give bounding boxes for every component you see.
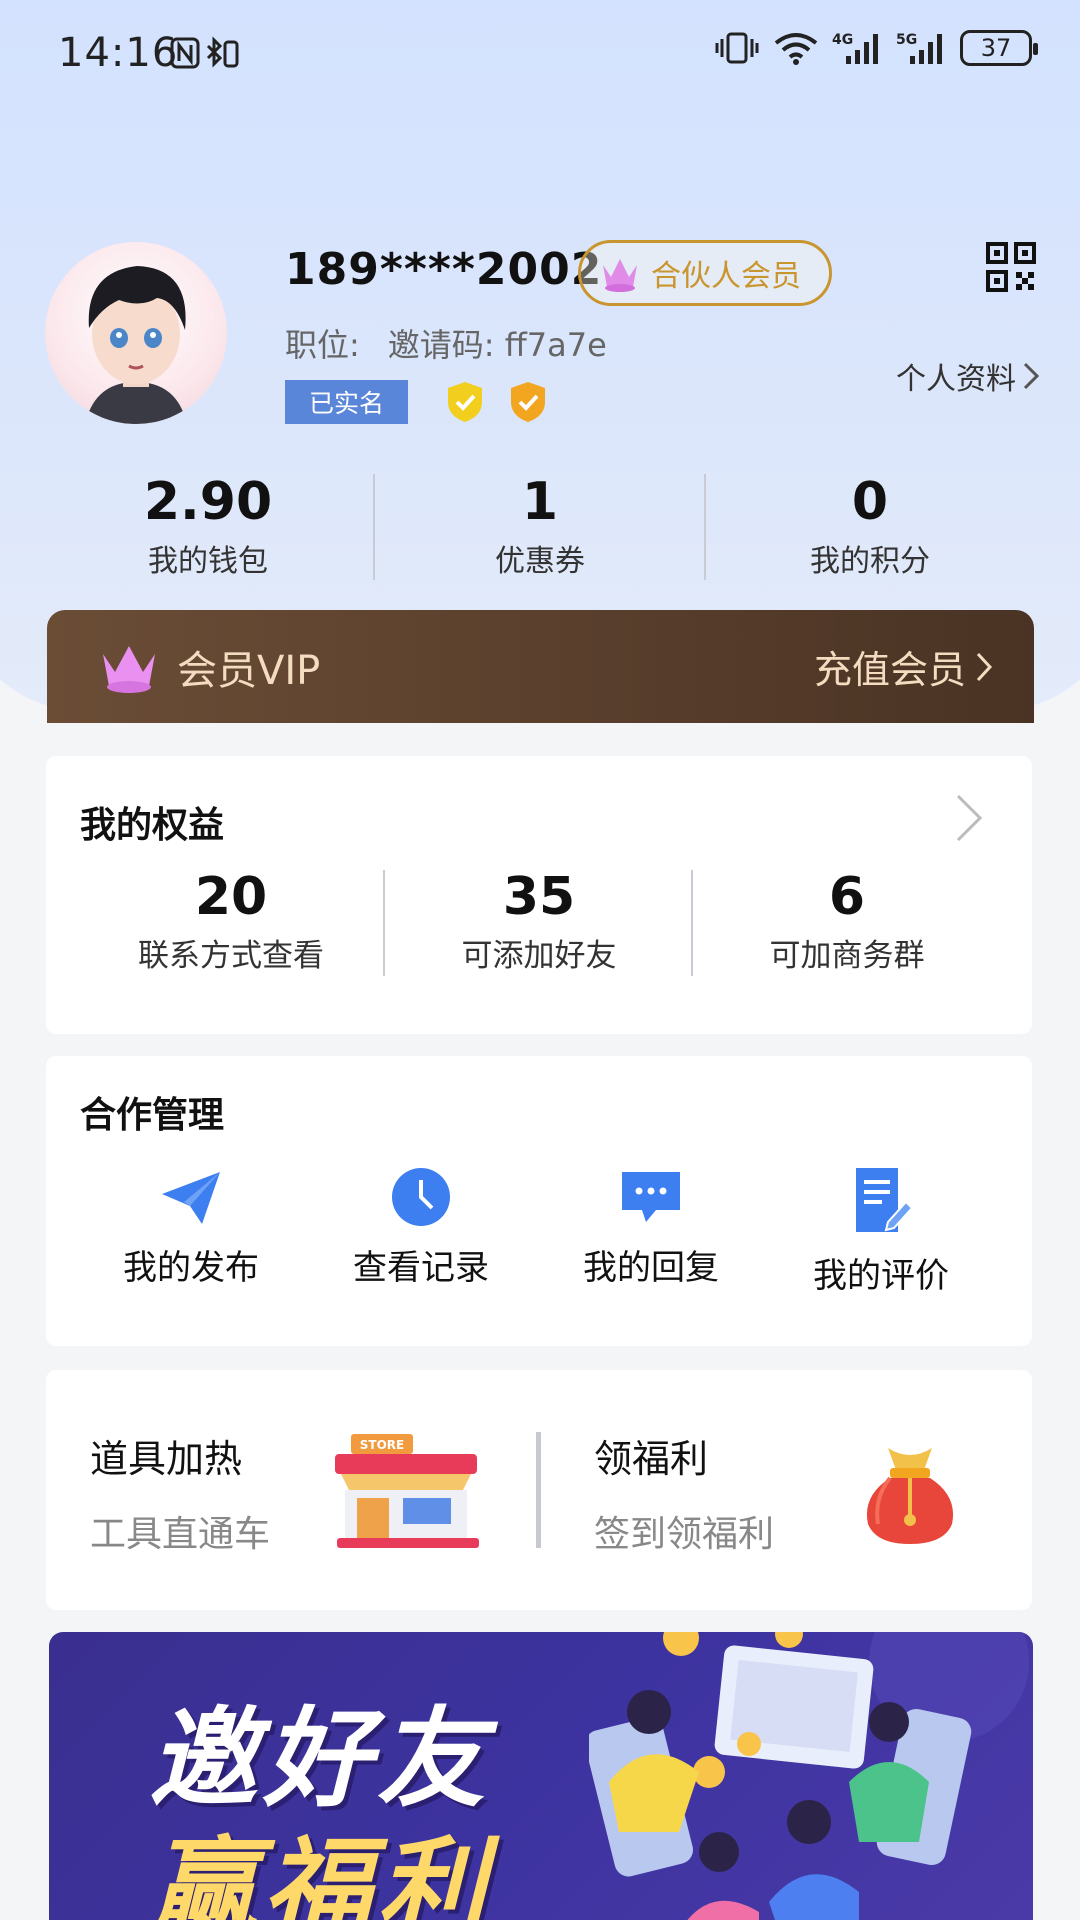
my-posts-label: 我的发布 <box>123 1248 259 1288</box>
nfc-bluetooth-icons <box>170 36 240 78</box>
avatar-image <box>85 266 187 424</box>
item-boost-title: 道具加热 <box>90 1437 243 1481</box>
banner-line2: 赢福利 <box>149 1827 492 1920</box>
chevron-right-icon[interactable] <box>954 792 984 844</box>
signal-5g-icon: 5G <box>896 32 942 64</box>
rights-value: 20 <box>194 867 268 927</box>
wallet-stat[interactable]: 2.90 我的钱包 <box>58 470 358 580</box>
user-phone: 189****2002 <box>285 244 603 295</box>
rights-card: 我的权益 20 联系方式查看 35 可添加好友 6 可加商务群 <box>46 756 1032 1034</box>
view-records-label: 查看记录 <box>353 1248 489 1288</box>
profile-link-label: 个人资料 <box>896 362 1016 397</box>
coupon-value: 1 <box>521 472 559 532</box>
my-replies-label: 我的回复 <box>583 1248 719 1288</box>
wallet-label: 我的钱包 <box>148 544 268 579</box>
management-title: 合作管理 <box>80 1095 225 1136</box>
svg-text:5G: 5G <box>896 32 917 48</box>
divider <box>704 474 706 580</box>
points-stat[interactable]: 0 我的积分 <box>720 470 1020 580</box>
battery-level: 37 <box>980 34 1012 62</box>
rights-label: 可加商务群 <box>769 938 925 974</box>
vibrate-icon <box>715 32 759 64</box>
partner-member-badge[interactable]: 合伙人会员 <box>578 240 832 306</box>
svg-text:4G: 4G <box>832 32 853 48</box>
my-reviews-button[interactable]: 我的评价 <box>766 1166 996 1297</box>
invite-friends-banner[interactable]: 邀好友 赢福利 <box>49 1632 1033 1920</box>
crown-icon <box>603 259 637 292</box>
friends-illustration <box>589 1632 1029 1920</box>
member-badge-label: 合伙人会员 <box>651 259 801 294</box>
vip-bar[interactable]: 会员VIP 充值会员 <box>47 610 1034 723</box>
promo-card: 道具加热 工具直通车 STORE 领福利 签到领福利 <box>46 1370 1032 1610</box>
rights-item[interactable]: 35 可添加好友 <box>384 866 694 975</box>
rights-label: 可添加好友 <box>461 938 617 974</box>
divider <box>373 474 375 580</box>
recharge-member-button[interactable]: 充值会员 <box>814 639 994 694</box>
rights-title: 我的权益 <box>80 805 225 846</box>
shield-check-icon <box>511 382 545 422</box>
qr-code-icon[interactable] <box>986 242 1036 292</box>
wifi-icon <box>774 33 818 65</box>
svg-text:STORE: STORE <box>360 1438 404 1452</box>
chat-bubble-icon <box>622 1172 680 1222</box>
avatar[interactable] <box>45 242 227 424</box>
my-replies-button[interactable]: 我的回复 <box>536 1166 766 1289</box>
my-posts-button[interactable]: 我的发布 <box>76 1166 306 1289</box>
rights-item[interactable]: 20 联系方式查看 <box>76 866 386 975</box>
shield-check-icon <box>448 382 482 422</box>
status-bar: 14:16 4G 5G 37 <box>0 0 1080 110</box>
status-right: 4G 5G 37 <box>714 30 1038 66</box>
divider <box>536 1432 541 1548</box>
coupon-label: 优惠券 <box>495 544 585 579</box>
verified-badge: 已实名 <box>285 380 408 424</box>
rights-value: 6 <box>828 867 866 927</box>
coupon-stat[interactable]: 1 优惠券 <box>390 470 690 580</box>
nfc-icon <box>170 36 239 69</box>
paper-plane-icon <box>162 1172 220 1224</box>
chevron-right-icon <box>976 652 993 681</box>
status-time: 14:16 <box>58 30 179 76</box>
management-card: 合作管理 我的发布 查看记录 我的回复 我的评价 <box>46 1056 1032 1346</box>
invite-code[interactable]: 邀请码: ff7a7e <box>388 320 607 366</box>
recharge-label: 充值会员 <box>813 648 966 692</box>
rights-item[interactable]: 6 可加商务群 <box>692 866 1002 975</box>
store-icon[interactable]: STORE <box>331 1430 481 1550</box>
rights-label: 联系方式查看 <box>138 938 324 974</box>
item-boost-promo[interactable]: 道具加热 工具直通车 <box>90 1428 270 1557</box>
lucky-bag-icon[interactable] <box>860 1438 960 1546</box>
points-value: 0 <box>851 472 889 532</box>
points-label: 我的积分 <box>810 544 930 579</box>
welfare-subtitle: 签到领福利 <box>594 1514 775 1555</box>
welfare-title: 领福利 <box>594 1437 709 1481</box>
position-row: 职位: 邀请码: ff7a7e <box>285 320 607 366</box>
item-boost-subtitle: 工具直通车 <box>90 1514 271 1555</box>
profile-link[interactable]: 个人资料 <box>896 354 1040 398</box>
clock-icon <box>392 1168 450 1226</box>
wallet-value: 2.90 <box>143 472 273 532</box>
stats-row: 2.90 我的钱包 1 优惠券 0 我的积分 <box>0 470 1080 580</box>
signal-4g-icon: 4G <box>832 32 878 64</box>
document-edit-icon <box>856 1168 914 1232</box>
vip-title: 会员VIP <box>177 647 321 694</box>
position-label: 职位: <box>285 326 360 364</box>
crown-icon <box>103 646 155 693</box>
battery-icon: 37 <box>960 30 1038 66</box>
my-reviews-label: 我的评价 <box>813 1256 949 1296</box>
welfare-promo[interactable]: 领福利 签到领福利 <box>594 1428 774 1557</box>
view-records-button[interactable]: 查看记录 <box>306 1166 536 1289</box>
chevron-right-icon <box>1023 362 1040 390</box>
rights-value: 35 <box>502 867 576 927</box>
